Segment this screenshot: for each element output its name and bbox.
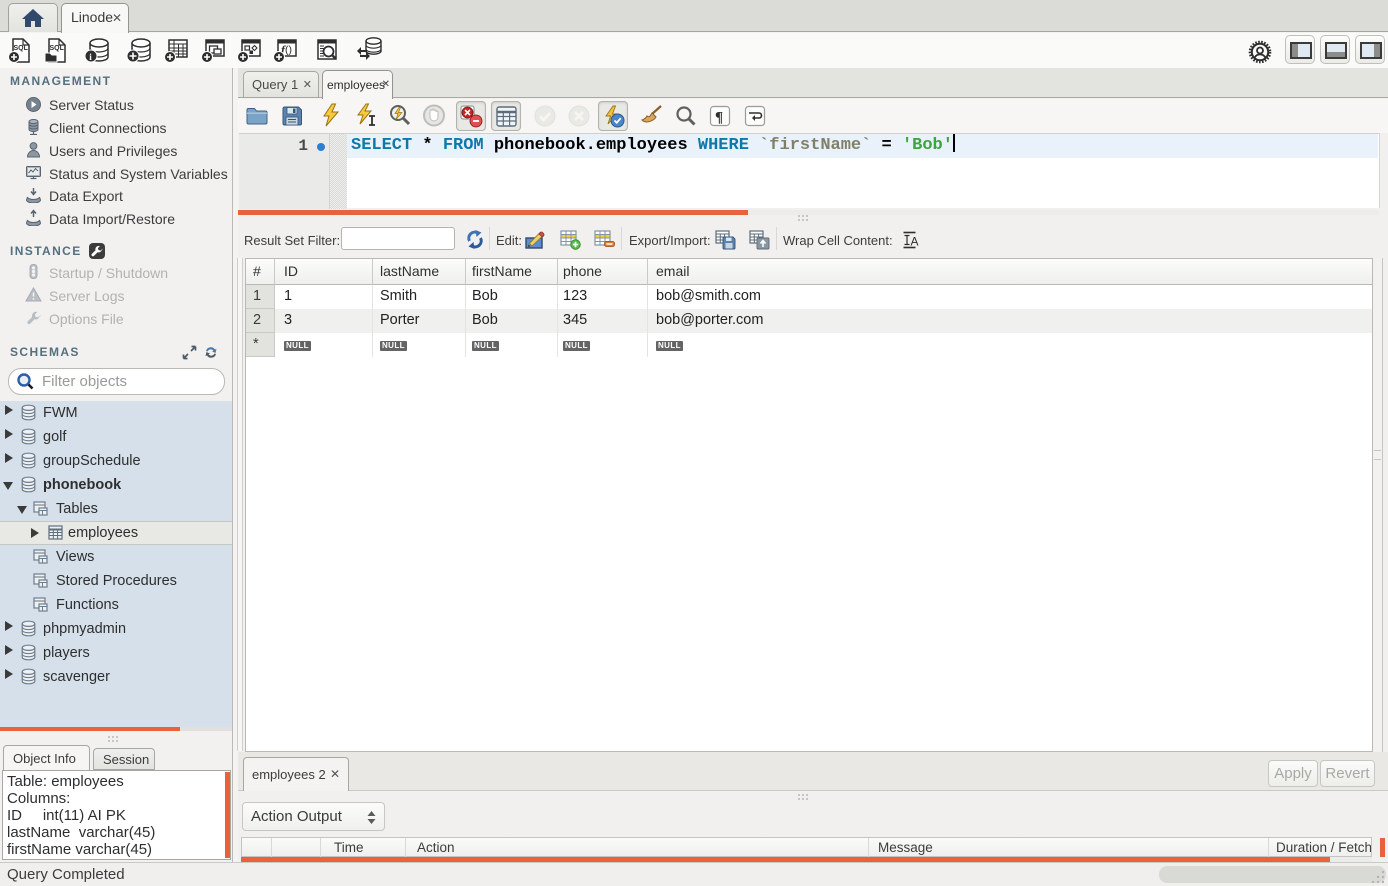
svg-text:¶: ¶ bbox=[715, 110, 723, 126]
svg-text:SQL: SQL bbox=[50, 45, 65, 52]
svg-text:A: A bbox=[911, 235, 919, 249]
svg-text:(): () bbox=[285, 44, 292, 56]
svg-text:SQL: SQL bbox=[14, 45, 29, 52]
